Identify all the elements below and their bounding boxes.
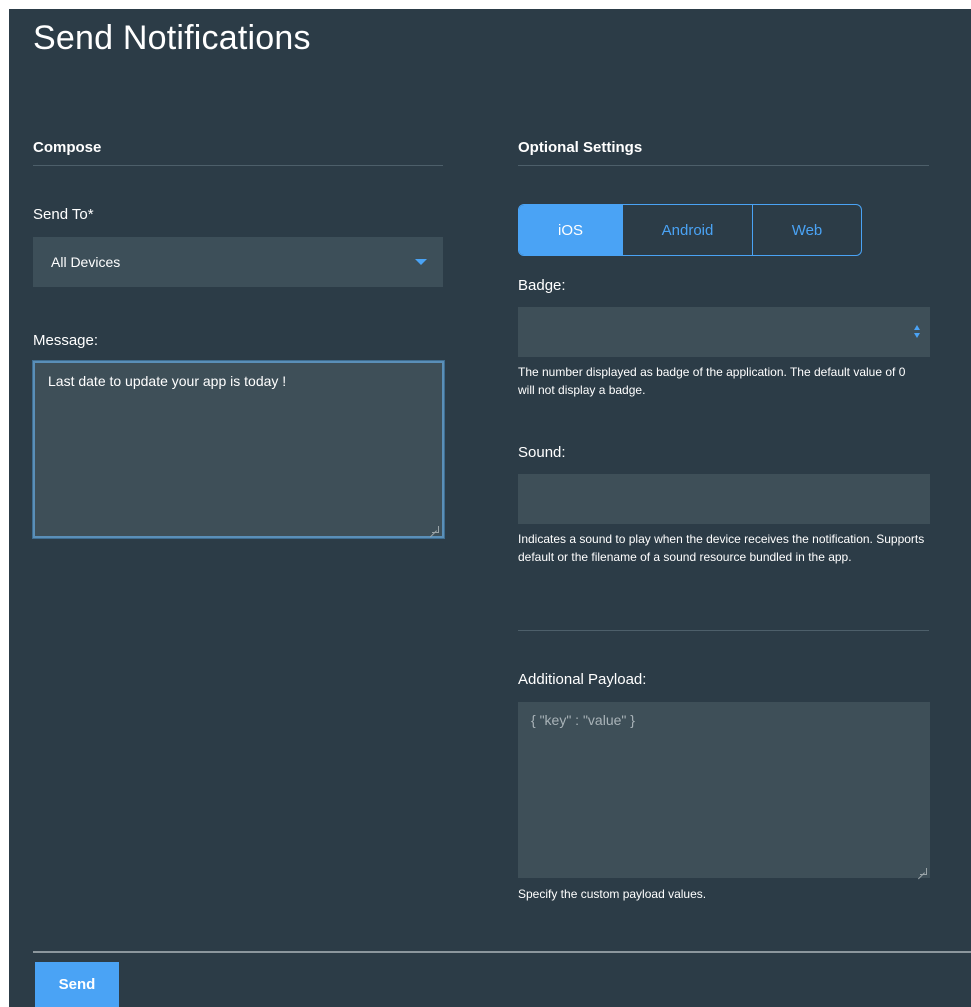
platform-tabs: iOS Android Web (518, 204, 862, 256)
badge-label: Badge: (518, 277, 566, 294)
optional-settings-heading: Optional Settings (518, 139, 643, 156)
message-textarea[interactable]: Last date to update your app is today ! (33, 361, 444, 538)
stepper-up-icon[interactable] (914, 325, 920, 330)
resize-handle-icon[interactable] (432, 526, 439, 533)
send-to-label: Send To* (33, 206, 94, 223)
page-title: Send Notifications (33, 19, 311, 57)
compose-heading: Compose (33, 139, 102, 156)
payload-textarea[interactable]: { "key" : "value" } (518, 702, 930, 878)
tab-web[interactable]: Web (752, 205, 861, 255)
payload-divider (518, 630, 929, 631)
payload-placeholder: { "key" : "value" } (531, 712, 635, 728)
send-button[interactable]: Send (35, 962, 119, 1007)
stepper-down-icon[interactable] (914, 333, 920, 338)
payload-help-text: Specify the custom payload values. (518, 887, 707, 901)
payload-label: Additional Payload: (518, 671, 647, 688)
badge-help-text: The number displayed as badge of the app… (518, 365, 906, 397)
caret-down-icon (415, 259, 427, 265)
footer-divider (33, 951, 971, 953)
tab-ios[interactable]: iOS (519, 205, 622, 255)
resize-handle-icon[interactable] (920, 868, 927, 875)
message-text: Last date to update your app is today ! (48, 373, 287, 389)
sound-input[interactable] (518, 474, 930, 524)
sound-label: Sound: (518, 444, 566, 461)
message-label: Message: (33, 332, 99, 349)
send-notifications-panel: Send Notifications Compose Send To* All … (9, 9, 971, 1007)
stepper-arrows-icon[interactable] (914, 324, 922, 340)
optional-settings-divider (518, 165, 929, 166)
badge-number-input[interactable] (518, 307, 930, 357)
send-to-value: All Devices (51, 254, 121, 270)
sound-help-text: Indicates a sound to play when the devic… (518, 532, 925, 564)
send-to-select[interactable]: All Devices (33, 237, 443, 287)
compose-divider (33, 165, 443, 166)
tab-android[interactable]: Android (622, 205, 752, 255)
